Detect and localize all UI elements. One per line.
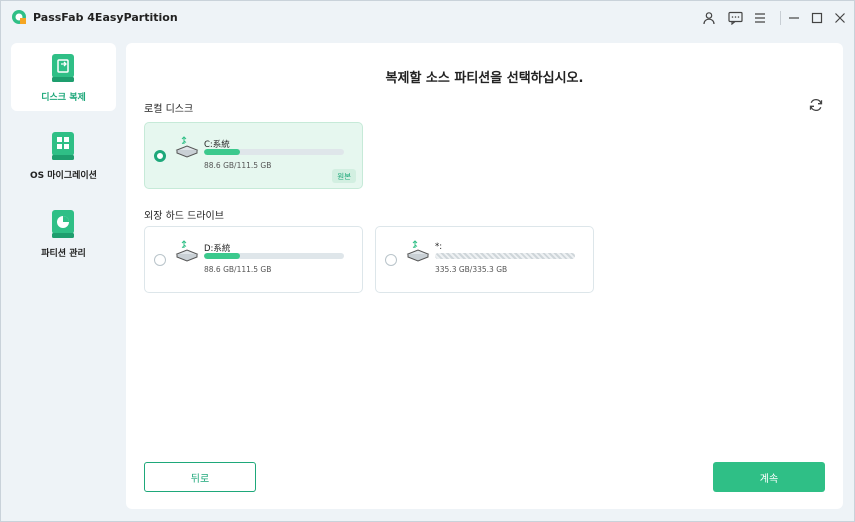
- disk-size: 88.6 GB/111.5 GB: [204, 161, 272, 170]
- disk-radio[interactable]: [154, 150, 166, 162]
- menu-icon[interactable]: [751, 9, 769, 27]
- page-title: 복제할 소스 파티션을 선택하십시오.: [385, 71, 584, 86]
- disk-usage-bar: [435, 253, 575, 259]
- title-bar: PassFab 4EasyPartition: [1, 1, 854, 35]
- refresh-icon[interactable]: [808, 97, 824, 113]
- disk-clone-icon: [52, 54, 74, 82]
- disk-card-d[interactable]: D:系統 88.6 GB/111.5 GB: [144, 226, 363, 293]
- os-migration-icon: [52, 132, 74, 160]
- disk-radio[interactable]: [154, 254, 166, 266]
- disk-card-unallocated[interactable]: *: 335.3 GB/335.3 GB: [375, 226, 594, 293]
- sidebar-item-partition-manager[interactable]: 파티션 관리: [11, 199, 116, 267]
- sidebar-item-os-migration[interactable]: OS 마이그레이션: [11, 121, 116, 189]
- app-logo-icon: [12, 10, 26, 24]
- close-icon[interactable]: [831, 9, 849, 27]
- minimize-icon[interactable]: [785, 9, 803, 27]
- usb-drive-icon: [175, 240, 199, 262]
- external-drive-section-label: 외장 하드 드라이브: [144, 211, 224, 222]
- local-disk-section-label: 로컬 디스크: [144, 104, 194, 115]
- feedback-icon[interactable]: [726, 9, 744, 27]
- back-button[interactable]: 뒤로: [144, 462, 256, 492]
- usb-drive-icon: [175, 136, 199, 158]
- disk-size: 88.6 GB/111.5 GB: [204, 265, 272, 274]
- sidebar-item-label: 파티션 관리: [41, 249, 86, 259]
- titlebar-divider: [780, 11, 781, 25]
- disk-usage-bar: [204, 253, 344, 259]
- disk-usage-fill: [204, 149, 241, 155]
- disk-radio[interactable]: [385, 254, 397, 266]
- continue-button[interactable]: 계속: [713, 462, 825, 492]
- disk-size: 335.3 GB/335.3 GB: [435, 265, 508, 274]
- sidebar: 디스크 복제 OS 마이그레이션 파티션 관리: [1, 35, 125, 521]
- disk-name: *:: [435, 242, 443, 252]
- sidebar-item-disk-clone[interactable]: 디스크 복제: [11, 43, 116, 111]
- source-badge: 원본: [332, 169, 356, 183]
- usb-drive-icon: [406, 240, 430, 262]
- main-panel: 복제할 소스 파티션을 선택하십시오. 로컬 디스크 C:系統 88.6 GB/…: [126, 43, 843, 509]
- app-title: PassFab 4EasyPartition: [33, 11, 178, 24]
- disk-usage-fill: [204, 253, 241, 259]
- disk-usage-bar: [204, 149, 344, 155]
- sidebar-item-label: 디스크 복제: [41, 93, 86, 103]
- account-icon[interactable]: [700, 9, 718, 27]
- partition-manager-icon: [52, 210, 74, 238]
- sidebar-item-label: OS 마이그레이션: [30, 171, 97, 181]
- disk-card-c[interactable]: C:系統 88.6 GB/111.5 GB 원본: [144, 122, 363, 189]
- maximize-icon[interactable]: [808, 9, 826, 27]
